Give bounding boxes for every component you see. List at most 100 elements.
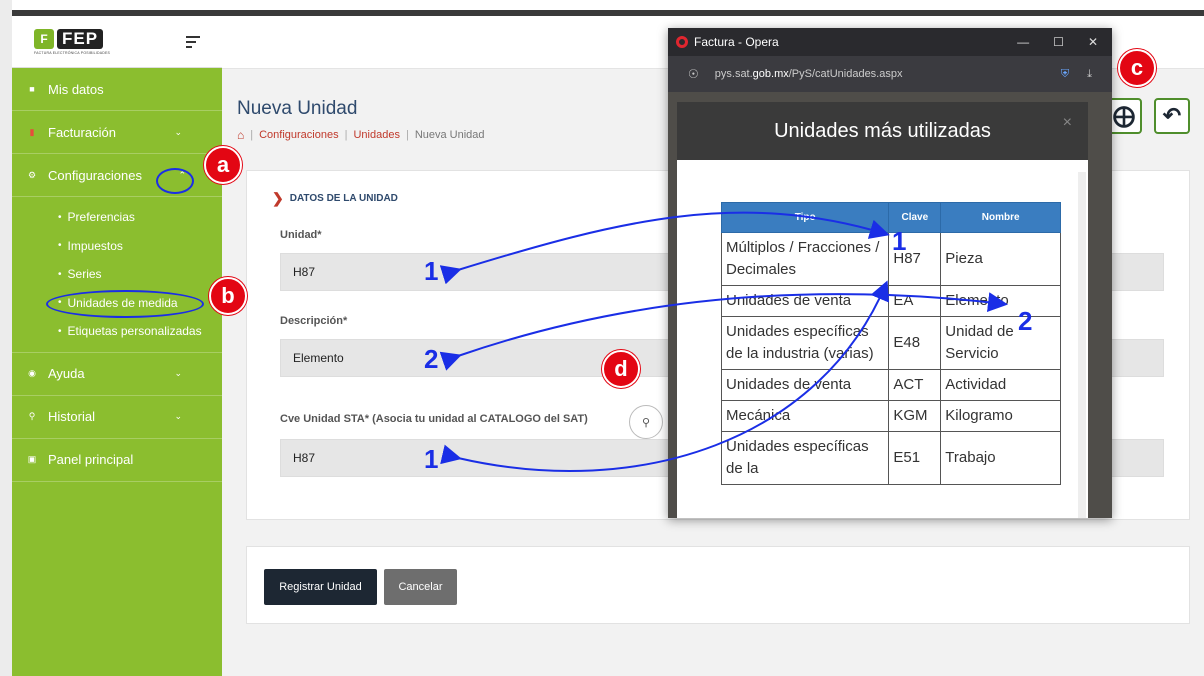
chevron-down-icon: ⌄ [174, 126, 182, 137]
user-icon: ■ [29, 84, 35, 94]
register-unit-button[interactable]: Registrar Unidad [264, 569, 377, 605]
cell-tipo: Múltiplos / Fracciones / Decimales [720, 232, 890, 286]
close-icon[interactable]: ✕ [1088, 35, 1098, 49]
table-row[interactable]: Unidades de venta ACT Actividad [720, 369, 1061, 401]
descripcion-label: Descripción* [280, 315, 348, 327]
sidebar-item-label: Mis datos [48, 81, 104, 97]
annotation-ring-unidades [46, 290, 204, 318]
submenu-item-impuestos[interactable]: Impuestos [58, 232, 222, 261]
modal-close-icon[interactable]: × [1063, 114, 1072, 132]
minimize-icon[interactable]: — [1017, 35, 1029, 49]
url-prefix: pys.sat. [714, 68, 753, 80]
download-icon[interactable]: ⤓ [1087, 68, 1092, 81]
annotation-number-1: 1 [424, 256, 439, 286]
table-row[interactable]: Múltiplos / Fracciones / Decimales H87 Pie… [720, 232, 1061, 286]
sidebar-item-historial[interactable]: ⚲ Historial ⌄ [12, 396, 222, 439]
popup-page: Unidades más utilizadas × Tipo Clave Nom… [668, 92, 1112, 518]
address-bar[interactable]: ☉ pys.sat. gob.mx/PyS/catUnidades.aspx ⛨ … [668, 56, 1112, 92]
table-header-tipo: Tipo [720, 202, 890, 233]
chevron-down-icon: ⌄ [174, 368, 182, 378]
breadcrumb-configuraciones[interactable]: Configuraciones [259, 129, 339, 141]
annotation-number-2: 2 [1018, 306, 1033, 336]
back-button[interactable]: ↶ [1154, 98, 1190, 134]
cancel-button[interactable]: Cancelar [384, 569, 457, 605]
cell-tipo: Mecánica [720, 400, 890, 432]
logo-tagline: FACTURA ELECTRÓNICA POSIBILIDADES [34, 50, 111, 55]
table-row[interactable]: Unidades de venta EA Elemento [720, 285, 1061, 317]
annotation-badge-d: d [602, 350, 640, 388]
logo-text: FEP [57, 28, 104, 49]
sidebar: F FEP FACTURA ELECTRÓNICA POSIBILIDADES … [12, 16, 222, 676]
cell-nombre: Pieza [940, 232, 1061, 286]
sidebar-item-label: Facturación [48, 124, 116, 140]
left-edge [0, 0, 12, 676]
cell-tipo: Unidades específicas de la [720, 431, 890, 485]
cell-tipo: Unidades específicas de la industria (va… [720, 316, 890, 370]
annotation-ring-chevron [156, 168, 194, 194]
breadcrumb-current: Nueva Unidad [414, 129, 485, 141]
home-icon[interactable]: ⌂ [237, 128, 244, 142]
cell-nombre: Elemento [940, 285, 1061, 317]
chevron-right-icon: ❯ [272, 190, 284, 206]
browser-top-bar [0, 0, 1204, 16]
opera-icon [676, 36, 688, 48]
file-icon: ▮ [29, 126, 35, 137]
window-title: Factura - Opera [694, 35, 779, 49]
lifebuoy-icon: ◉ [28, 368, 36, 378]
cell-clave: ACT [888, 369, 942, 401]
section-title: ❯ DATOS DE LA UNIDAD [272, 190, 398, 206]
cell-nombre: Kilogramo [940, 400, 1061, 432]
breadcrumb: ⌂ | Configuraciones | Unidades | Nueva U… [237, 128, 485, 142]
sidebar-item-mis-datos[interactable]: ■ Mis datos [12, 68, 222, 111]
submenu-item-preferencias[interactable]: Preferencias [58, 203, 222, 232]
table-row[interactable]: Unidades específicas de la industria (va… [720, 316, 1061, 370]
cell-clave: EA [888, 285, 942, 317]
opera-popup-window: Factura - Opera — ☐ ✕ ☉ pys.sat. gob.mx/P… [668, 28, 1112, 518]
annotation-number-1: 1 [424, 444, 439, 474]
table-row[interactable]: Mecánica KGM Kilogramo [720, 400, 1061, 432]
annotation-badge-b: b [209, 277, 247, 315]
user-search-icon: ⚲ [641, 416, 651, 429]
sidebar-item-facturacion[interactable]: ▮ Facturación ⌄ [12, 111, 222, 154]
submenu-item-series[interactable]: Series [58, 260, 222, 289]
cell-tipo: Unidades de venta [720, 285, 890, 317]
table-header-nombre: Nombre [940, 202, 1061, 233]
sidebar-item-ayuda[interactable]: ◉ Ayuda ⌄ [12, 353, 222, 396]
sidebar-header: F FEP FACTURA ELECTRÓNICA POSIBILIDADES [12, 16, 222, 68]
table-row[interactable]: Unidades específicas de la E51 Trabajo [720, 431, 1061, 485]
configuraciones-submenu: Preferencias Impuestos Series Unidades d… [12, 197, 222, 353]
annotation-badge-a: a [204, 146, 242, 184]
maximize-icon[interactable]: ☐ [1053, 35, 1064, 49]
modal-scrollbar[interactable] [1078, 172, 1086, 518]
shield-icon[interactable]: ⛨ [1061, 68, 1069, 81]
sidebar-item-label: Configuraciones [48, 167, 142, 183]
cell-tipo: Unidades de venta [720, 369, 890, 401]
monitor-icon: ▣ [27, 454, 37, 464]
cell-nombre: Actividad [940, 369, 1061, 401]
page-title: Nueva Unidad [237, 98, 358, 119]
chevron-down-icon: ⌄ [174, 411, 182, 421]
gear-icon: ⚙ [27, 169, 37, 180]
url-domain: gob.mx [752, 68, 789, 80]
submenu-item-etiquetas-personalizadas[interactable]: Etiquetas personalizadas [58, 317, 222, 346]
menu-toggle-icon[interactable] [186, 35, 200, 48]
catalog-search-button[interactable]: ⚲ [629, 405, 663, 439]
breadcrumb-unidades[interactable]: Unidades [353, 129, 399, 141]
annotation-badge-c: c [1118, 49, 1156, 87]
cell-clave: KGM [888, 400, 942, 432]
popup-title-bar: Factura - Opera — ☐ ✕ [668, 28, 1112, 56]
sidebar-item-label: Panel principal [48, 452, 134, 467]
units-table: Tipo Clave Nombre Múltiplos / Fracciones… [720, 202, 1061, 485]
logo-icon: F [34, 28, 54, 49]
modal-title: Unidades más utilizadas [774, 119, 991, 142]
fep-logo[interactable]: F FEP FACTURA ELECTRÓNICA POSIBILIDADES [34, 28, 111, 55]
cell-clave: E48 [888, 316, 942, 370]
sidebar-item-panel-principal[interactable]: ▣ Panel principal [12, 439, 222, 482]
annotation-number-1: 1 [892, 226, 907, 256]
search-icon: ⚲ [28, 411, 36, 421]
sidebar-item-label: Ayuda [48, 366, 85, 381]
form-actions-card: Registrar Unidad Cancelar [246, 546, 1190, 624]
cell-nombre: Unidad de Servicio [940, 316, 1061, 370]
unidad-label: Unidad* [280, 229, 322, 241]
cell-clave: E51 [888, 431, 942, 485]
